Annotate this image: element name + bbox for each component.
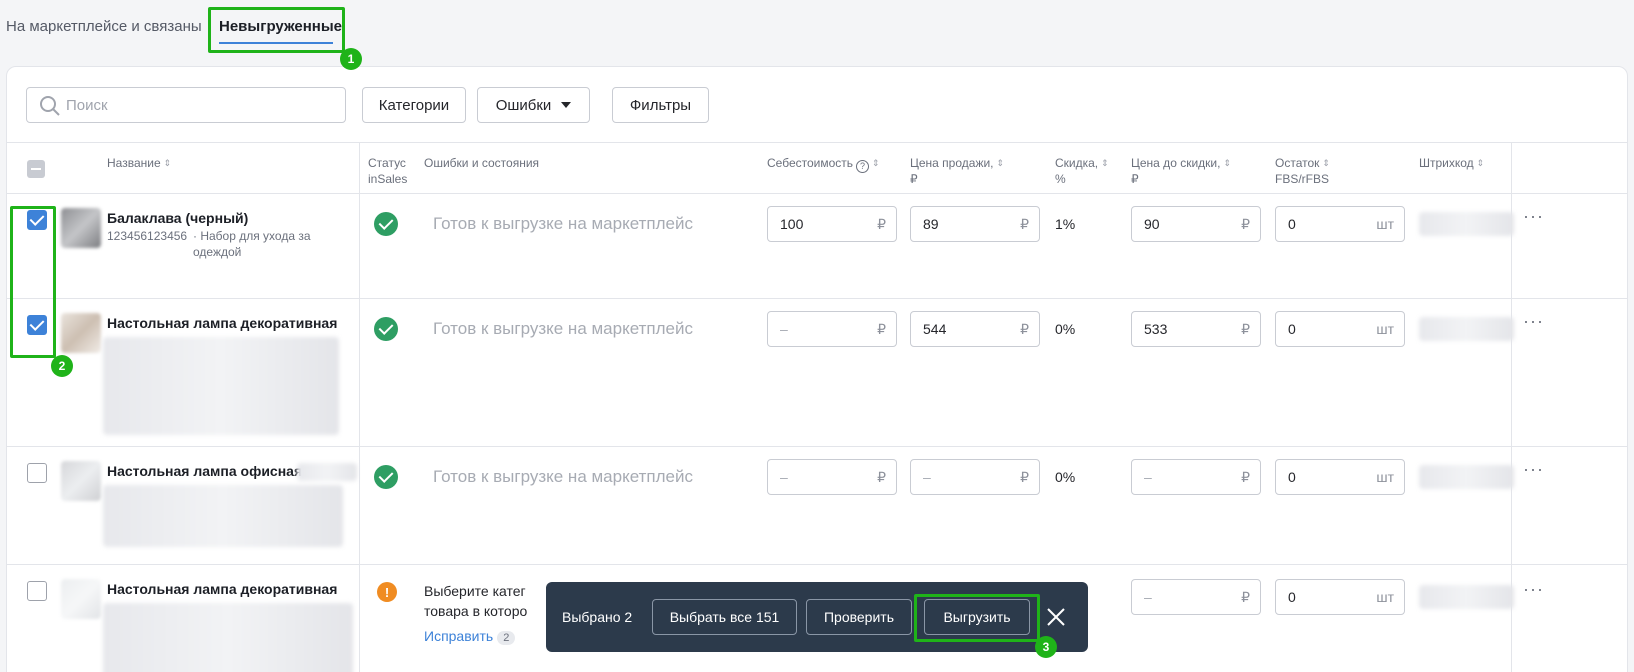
discount-value: 0%: [1055, 321, 1076, 337]
col-discount[interactable]: Скидка, ⇕%: [1055, 155, 1109, 187]
price-input[interactable]: 544 ₽: [910, 311, 1040, 347]
more-icon[interactable]: ···: [1523, 579, 1544, 600]
row-checkbox[interactable]: [27, 463, 47, 483]
product-thumbnail: [61, 208, 101, 248]
sort-icon: ⇕: [1476, 158, 1485, 168]
cost-input[interactable]: 100 ₽: [767, 206, 897, 242]
product-thumbnail: [61, 579, 101, 619]
fix-link[interactable]: Исправить 2: [424, 628, 516, 645]
close-icon[interactable]: [1044, 605, 1068, 629]
sort-icon: ⇕: [1223, 158, 1231, 168]
filters-button[interactable]: Фильтры: [612, 87, 709, 123]
product-details-hidden: [103, 603, 353, 672]
barcode-value: [1419, 317, 1514, 341]
old-price-input[interactable]: – ₽: [1131, 459, 1261, 495]
more-icon[interactable]: ···: [1523, 206, 1544, 227]
product-thumbnail: [61, 313, 101, 353]
table-row: Настольная лампа декоративная Готов к вы…: [7, 299, 1627, 447]
table-row: Балаклава (черный) 123456123456 · Набор …: [7, 194, 1627, 299]
warning-icon: !: [377, 582, 397, 602]
search-placeholder: Поиск: [66, 97, 108, 114]
stock-input[interactable]: 0 шт: [1275, 459, 1405, 495]
check-button[interactable]: Проверить: [806, 599, 912, 635]
row-checkbox[interactable]: [27, 581, 47, 601]
annotation-badge-3: 3: [1035, 636, 1057, 658]
categories-button[interactable]: Категории: [362, 87, 466, 123]
product-details-hidden: [103, 485, 343, 547]
sort-icon: ⇕: [872, 158, 880, 168]
more-icon[interactable]: ···: [1523, 311, 1544, 332]
barcode-value: [1419, 465, 1514, 489]
caret-down-icon: [561, 102, 572, 108]
search-input[interactable]: Поиск: [26, 87, 346, 123]
annotation-badge-2: 2: [51, 355, 73, 377]
barcode-value: [1419, 212, 1514, 236]
filters-label: Фильтры: [629, 96, 692, 114]
cost-input[interactable]: – ₽: [767, 311, 897, 347]
selected-count: Выбрано 2: [562, 609, 633, 625]
col-price[interactable]: Цена продажи, ⇕ ₽: [910, 155, 1004, 187]
discount-value: 0%: [1055, 469, 1076, 485]
status-ok-icon: [374, 212, 398, 236]
cost-input[interactable]: – ₽: [767, 459, 897, 495]
sort-icon: ⇕: [163, 158, 172, 168]
tab-on-marketplace[interactable]: На маркетплейсе и связаны: [6, 18, 202, 35]
sort-icon: ⇕: [1322, 158, 1330, 168]
price-input[interactable]: – ₽: [910, 459, 1040, 495]
stock-input[interactable]: 0 шт: [1275, 579, 1405, 615]
discount-value: 1%: [1055, 216, 1076, 232]
error-message-line2: товара в которо: [424, 603, 528, 619]
barcode-value: [1419, 585, 1514, 609]
stock-input[interactable]: 0 шт: [1275, 311, 1405, 347]
status-ok-icon: [374, 465, 398, 489]
errors-label: Ошибки: [495, 96, 552, 114]
product-thumbnail: [61, 461, 101, 501]
product-name[interactable]: Настольная лампа декоративная: [107, 315, 337, 331]
col-barcode[interactable]: Штрихкод ⇕: [1419, 155, 1484, 171]
sort-icon: ⇕: [1101, 158, 1109, 168]
categories-label: Категории: [378, 96, 450, 114]
annotation-box-1: [208, 7, 345, 53]
product-details-hidden: [103, 337, 339, 435]
error-message-line1: Выберите катег: [424, 583, 526, 599]
product-name-hidden: [297, 463, 357, 481]
product-name[interactable]: Настольная лампа офисная: [107, 463, 302, 479]
annotation-box-3: [914, 594, 1040, 642]
col-cost[interactable]: Себестоимость? ⇕: [767, 155, 880, 173]
price-input[interactable]: 89 ₽: [910, 206, 1040, 242]
search-icon: [40, 96, 60, 116]
stock-input[interactable]: 0 шт: [1275, 206, 1405, 242]
table-row: Настольная лампа офисная Готов к выгрузк…: [7, 447, 1627, 565]
row-state: Готов к выгрузке на маркетплейс: [433, 319, 693, 338]
old-price-input[interactable]: – ₽: [1131, 579, 1261, 615]
row-state: Готов к выгрузке на маркетплейс: [433, 214, 693, 233]
row-state: Готов к выгрузке на маркетплейс: [433, 467, 693, 486]
product-name[interactable]: Балаклава (черный): [107, 210, 248, 226]
status-ok-icon: [374, 317, 398, 341]
help-icon: ?: [856, 159, 870, 173]
fix-count-badge: 2: [497, 631, 516, 645]
product-name[interactable]: Настольная лампа декоративная: [107, 581, 337, 597]
col-stock[interactable]: Остаток ⇕ FBS/rFBS: [1275, 155, 1330, 187]
errors-dropdown[interactable]: Ошибки: [477, 87, 590, 123]
more-icon[interactable]: ···: [1523, 459, 1544, 480]
select-all-button[interactable]: Выбрать все 151: [652, 599, 797, 635]
table-header: Название ⇕ Статус inSales Ошибки и состоян…: [7, 142, 1627, 194]
old-price-input[interactable]: 90 ₽: [1131, 206, 1261, 242]
col-status: Статус inSales: [368, 156, 408, 186]
product-category: · Набор для ухода за одеждой: [193, 229, 311, 259]
col-name[interactable]: Название ⇕: [107, 155, 171, 171]
select-all-checkbox[interactable]: [27, 160, 45, 178]
col-old-price[interactable]: Цена до скидки, ⇕ ₽: [1131, 155, 1231, 187]
col-errors: Ошибки и состояния: [424, 156, 540, 170]
old-price-input[interactable]: 533 ₽: [1131, 311, 1261, 347]
annotation-badge-1: 1: [340, 48, 362, 70]
product-sku: 123456123456: [107, 229, 188, 243]
sort-icon: ⇕: [996, 158, 1005, 168]
annotation-box-2: [10, 206, 56, 358]
